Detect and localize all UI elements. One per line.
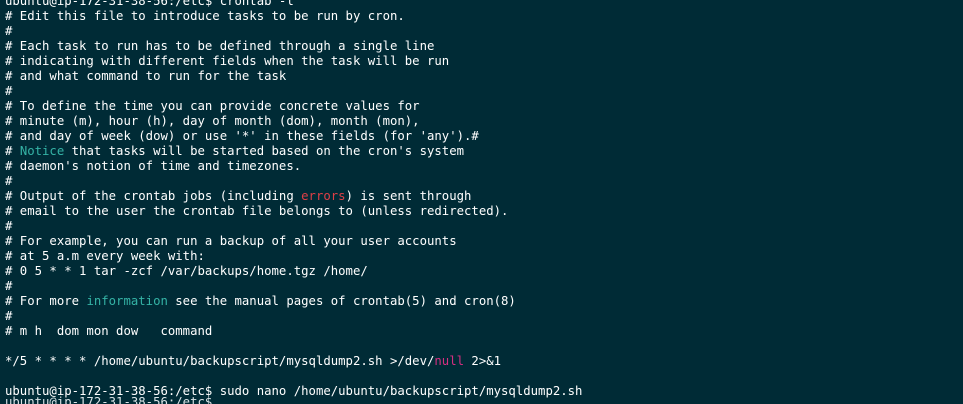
terminal-line: # at 5 a.m every week with: <box>5 249 205 264</box>
terminal-line-segment: ubuntu@ip-172-31-38-56:/etc$ crontab -l <box>5 0 294 8</box>
terminal-line: # m h dom mon dow command <box>5 324 212 339</box>
partial-bottom-prompt: ubuntu@ip-172-31-38-56:/etc$ <box>5 395 213 404</box>
terminal-line-segment: information <box>86 294 168 308</box>
terminal-line-segment: # <box>5 144 20 158</box>
terminal-line-segment: # For example, you can run a backup of a… <box>5 234 457 248</box>
terminal-line-segment: errors <box>301 189 346 203</box>
terminal-line-segment: # m h dom mon dow command <box>5 324 213 338</box>
terminal-line: # minute (m), hour (h), day of month (do… <box>5 114 420 129</box>
terminal-line-segment: # <box>5 24 13 38</box>
terminal-line-segment: 2>&1 <box>464 354 502 368</box>
terminal-line-segment: # and what command to run for the task <box>5 69 287 83</box>
terminal-line: # To define the time you can provide con… <box>5 99 420 114</box>
terminal-line: # and day of week (dow) or use '*' in th… <box>5 129 479 144</box>
terminal-line-segment: # Edit this file to introduce tasks to b… <box>5 9 405 23</box>
terminal-line-segment: # Output of the crontab jobs (including <box>5 189 302 203</box>
terminal-line: # For example, you can run a backup of a… <box>5 234 457 249</box>
terminal-line: # Output of the crontab jobs (including … <box>5 189 471 204</box>
terminal-line-segment: Notice <box>19 144 65 158</box>
terminal-line-segment: ) is sent through <box>345 189 472 203</box>
terminal-line: ubuntu@ip-172-31-38-56:/etc$ crontab -l <box>5 0 294 9</box>
terminal-line-segment: # Each task to run has to be defined thr… <box>5 39 435 53</box>
terminal-line: # <box>5 24 12 39</box>
terminal-line: # email to the user the crontab file bel… <box>5 204 508 219</box>
terminal-line-segment: */5 * * * * /home/ubuntu/backupscript/my… <box>5 354 435 368</box>
terminal-line-segment: # To define the time you can provide con… <box>5 99 420 113</box>
terminal-line: # and what command to run for the task <box>5 69 286 84</box>
terminal-line-segment: # and day of week (dow) or use '*' in th… <box>5 129 479 143</box>
terminal-line: # Notice that tasks will be started base… <box>5 144 464 159</box>
terminal-line: # <box>5 309 12 324</box>
terminal-line: # <box>5 174 12 189</box>
terminal-line-segment: # <box>5 279 13 293</box>
terminal-window[interactable]: ubuntu@ip-172-31-38-56:/etc$ crontab -l #… <box>0 0 963 404</box>
terminal-line: # indicating with different fields when … <box>5 54 449 69</box>
terminal-line: */5 * * * * /home/ubuntu/backupscript/my… <box>5 354 501 369</box>
terminal-line: # <box>5 279 12 294</box>
terminal-line-segment: # <box>5 309 13 323</box>
terminal-line: # daemon's notion of time and timezones. <box>5 159 301 174</box>
terminal-line: # 0 5 * * 1 tar -zcf /var/backups/home.t… <box>5 264 368 279</box>
terminal-line-segment: # For more <box>5 294 87 308</box>
terminal-line-segment: that tasks will be started based on the … <box>64 144 465 158</box>
terminal-line-segment: # indicating with different fields when … <box>5 54 450 68</box>
terminal-line: # <box>5 219 12 234</box>
terminal-line: # Edit this file to introduce tasks to b… <box>5 9 405 24</box>
terminal-line-segment: # <box>5 174 13 188</box>
terminal-line-segment: see the manual pages of crontab(5) and c… <box>167 294 516 308</box>
terminal-line-segment: # daemon's notion of time and timezones. <box>5 159 302 173</box>
terminal-line-segment: null <box>434 354 465 368</box>
terminal-line: # <box>5 84 12 99</box>
terminal-line-segment: # <box>5 84 13 98</box>
terminal-line: # For more information see the manual pa… <box>5 294 516 309</box>
terminal-line-segment: # <box>5 219 13 233</box>
terminal-line-segment: # email to the user the crontab file bel… <box>5 204 509 218</box>
terminal-line-segment: # at 5 a.m every week with: <box>5 249 205 263</box>
terminal-line-segment: # 0 5 * * 1 tar -zcf /var/backups/home.t… <box>5 264 368 278</box>
terminal-line: # Each task to run has to be defined thr… <box>5 39 434 54</box>
terminal-line-segment: # minute (m), hour (h), day of month (do… <box>5 114 420 128</box>
